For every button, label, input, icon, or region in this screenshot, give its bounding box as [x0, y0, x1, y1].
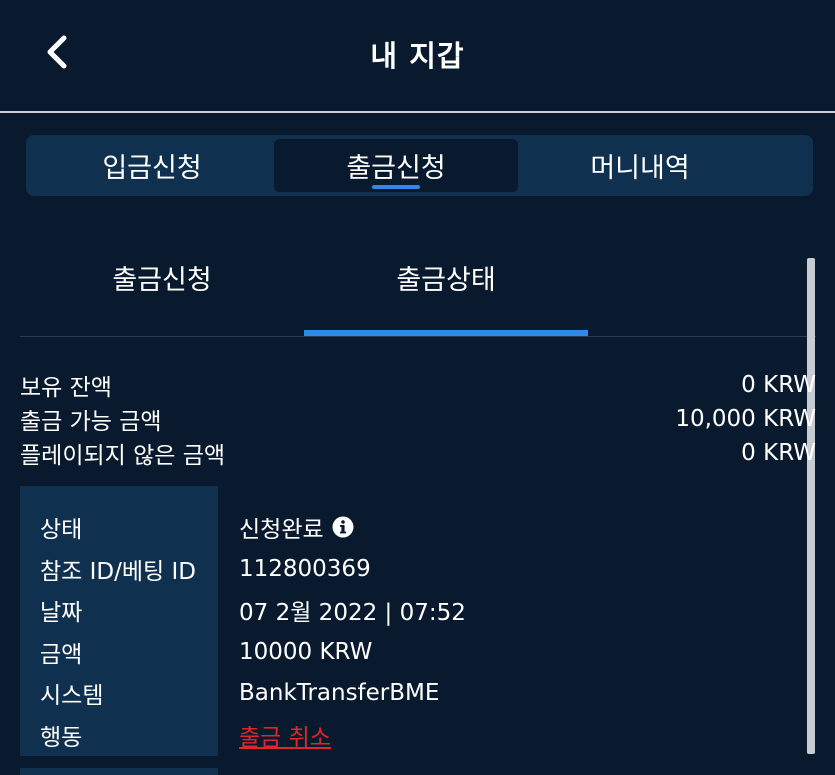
unplayed-label: 플레이되지 않은 금액: [20, 443, 226, 469]
amount-label: 금액: [40, 641, 83, 668]
tab-deposit[interactable]: 입금신청: [30, 139, 274, 192]
detail-row-reference: 참조 ID/베팅 ID 112800369: [20, 548, 816, 589]
detail-row-amount: 금액 10000 KRW: [20, 631, 816, 672]
page-title: 내 지갑: [370, 39, 465, 73]
reference-label: 참조 ID/베팅 ID: [40, 558, 196, 585]
withdraw-subtabs: 출금신청 출금상태: [20, 240, 816, 337]
date-value: 07 2월 2022 | 07:52: [239, 599, 466, 626]
status-label: 상태: [40, 516, 83, 543]
status-value: 신청완료: [239, 516, 324, 543]
action-label: 행동: [40, 724, 83, 751]
active-subtab-indicator: [304, 330, 588, 336]
tab-money-history[interactable]: 머니내역: [518, 139, 762, 192]
cancel-withdraw-link[interactable]: 출금 취소: [239, 718, 331, 752]
balance-label: 보유 잔액: [20, 375, 112, 401]
next-card-edge: [20, 768, 218, 775]
active-tab-indicator: [372, 185, 420, 189]
withdrawable-row: 출금 가능 금액 10,000 KRW: [20, 402, 816, 436]
unplayed-value: 0 KRW: [741, 440, 816, 466]
tab-label: 입금신청: [102, 153, 202, 184]
info-circle-icon[interactable]: [332, 516, 354, 538]
withdrawable-label: 출금 가능 금액: [20, 409, 162, 435]
balance-row: 보유 잔액 0 KRW: [20, 368, 816, 402]
header: 내 지갑: [0, 0, 835, 113]
amount-value: 10000 KRW: [239, 638, 373, 665]
wallet-page: 내 지갑 입금신청 출금신청 머니내역 출금신청 출금상태 보유 잔액 0 KR…: [0, 0, 835, 775]
balance-summary: 보유 잔액 0 KRW 출금 가능 금액 10,000 KRW 플레이되지 않은…: [20, 368, 816, 470]
reference-value: 112800369: [239, 555, 371, 582]
withdraw-detail-card: 상태 신청완료 참조 ID/베팅 ID 112800369 날짜 07 2월 2…: [20, 486, 816, 756]
detail-row-system: 시스템 BankTransferBME: [20, 672, 816, 713]
tab-label: 머니내역: [590, 153, 690, 184]
detail-row-action: 행동 출금 취소: [20, 714, 816, 755]
subtab-label: 출금상태: [396, 265, 496, 296]
subtab-label: 출금신청: [112, 265, 212, 296]
withdrawable-value: 10,000 KRW: [675, 406, 816, 432]
system-value: BankTransferBME: [239, 679, 440, 706]
action-value-wrap: 출금 취소: [239, 718, 331, 752]
detail-row-date: 날짜 07 2월 2022 | 07:52: [20, 589, 816, 630]
subtab-withdraw-status[interactable]: 출금상태: [304, 240, 588, 336]
system-label: 시스템: [40, 682, 104, 709]
subtab-withdraw-request[interactable]: 출금신청: [20, 240, 304, 336]
detail-row-status: 상태 신청완료: [20, 506, 816, 547]
tab-withdraw[interactable]: 출금신청: [274, 139, 518, 192]
unplayed-row: 플레이되지 않은 금액 0 KRW: [20, 436, 816, 470]
status-value-wrap: 신청완료: [239, 510, 354, 544]
wallet-tabs: 입금신청 출금신청 머니내역: [26, 135, 813, 196]
tab-label: 출금신청: [346, 153, 446, 184]
date-label: 날짜: [40, 599, 83, 626]
balance-value: 0 KRW: [741, 372, 816, 398]
